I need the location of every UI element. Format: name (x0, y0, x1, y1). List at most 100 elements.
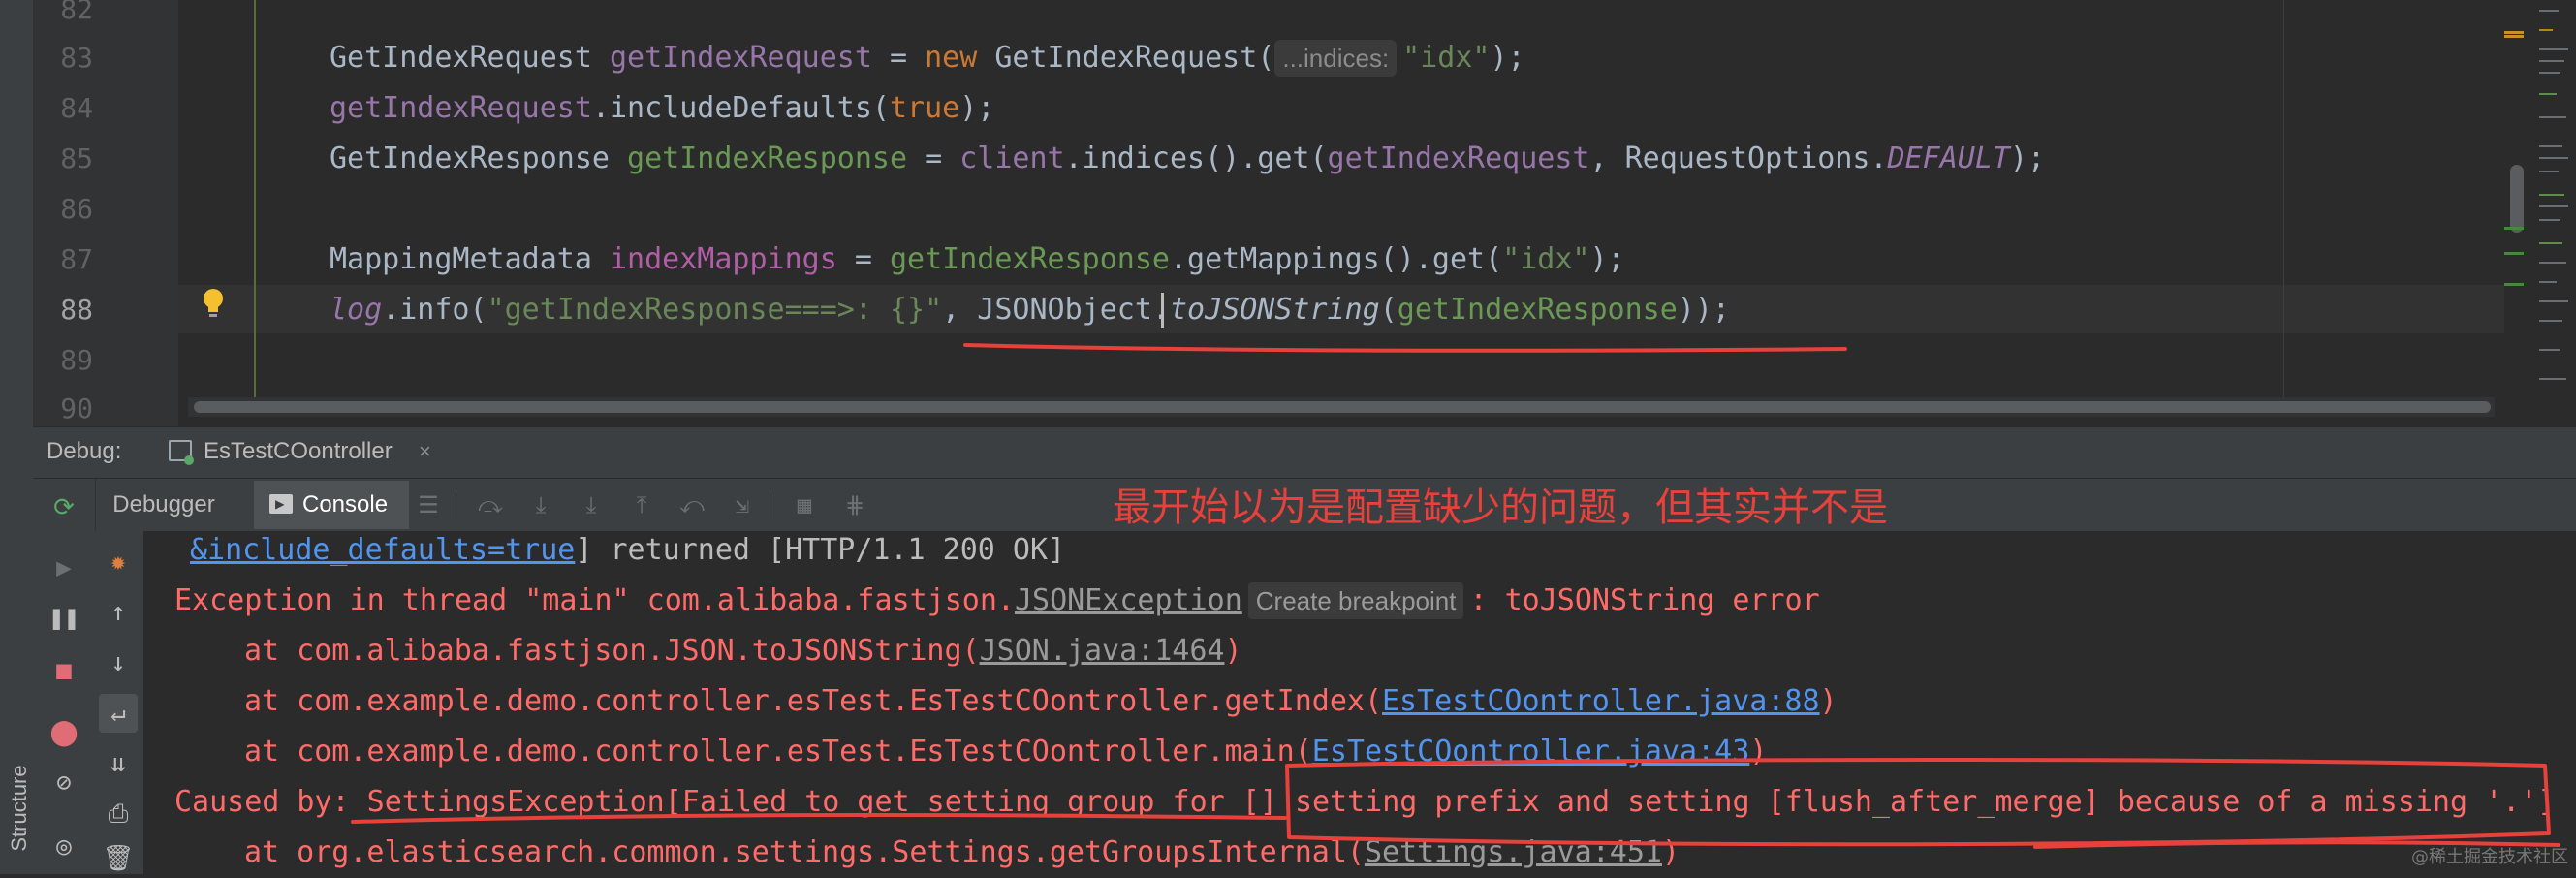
line-number-current[interactable]: 88 (33, 285, 93, 335)
soft-wrap-icon[interactable]: ↵ (99, 694, 138, 733)
code-token: getIndexRequest (1327, 141, 1590, 175)
resume-icon[interactable]: ▶ (45, 549, 83, 587)
stop-icon[interactable]: ■ (45, 651, 83, 690)
console-text: ] returned [HTTP/1.1 200 OK] (575, 533, 1066, 567)
code-token: ); (959, 91, 995, 125)
error-stripe[interactable] (2504, 29, 2524, 320)
code-token: toJSONString (1169, 293, 1380, 327)
code-token: = (836, 242, 890, 276)
console-text: ) (1819, 684, 1838, 718)
pause-icon[interactable]: ❚❚ (45, 599, 83, 638)
debug-session-tab-label[interactable]: EsTestCOontroller (204, 426, 393, 477)
console-line-error: Exception in thread "main" com.alibaba.f… (174, 576, 1820, 626)
code-line-83[interactable]: GetIndexRequest getIndexRequest = new Ge… (330, 33, 1525, 83)
debug-title: Debug: (47, 438, 122, 464)
console-link[interactable]: &include_defaults=true (190, 533, 575, 567)
close-tab-icon[interactable]: × (419, 426, 431, 477)
code-token: client (959, 141, 1065, 175)
scope-indicator-line (254, 0, 256, 405)
show-execution-point-icon[interactable]: ⤼ (477, 492, 504, 517)
code-token: getIndexResponse (889, 242, 1170, 276)
code-token: getIndexResponse (1397, 293, 1678, 327)
code-token: .info( (382, 293, 487, 327)
code-token: ( (1379, 293, 1398, 327)
watermark: @稀土掘金技术社区 (2411, 847, 2568, 867)
console-text: at com.example.demo.controller.esTest.Es… (244, 684, 1382, 718)
run-to-cursor-icon[interactable]: ⇲ (729, 492, 756, 517)
trace-current-stream-icon[interactable]: ⋕ (841, 492, 868, 517)
code-token: new (925, 41, 995, 75)
view-breakpoints-icon[interactable]: ⬤ (45, 713, 83, 752)
code-token: )); (1677, 293, 1730, 327)
code-token: "idx" (1402, 41, 1491, 75)
console-text: Exception in thread "main" com.alibaba.f… (174, 583, 1015, 617)
line-number[interactable]: 87 (33, 235, 93, 285)
line-number[interactable]: 82 (33, 0, 93, 35)
rerun-icon[interactable]: ⟳ (45, 488, 83, 527)
code-line-85[interactable]: GetIndexResponse getIndexResponse = clie… (330, 134, 2045, 184)
code-token: DEFAULT (1887, 141, 2010, 175)
console-line: &include_defaults=true] returned [HTTP/1… (190, 525, 1065, 576)
code-token: .getMappings().get( (1169, 242, 1503, 276)
line-number[interactable]: 86 (33, 184, 93, 235)
right-margin-guide (2283, 0, 2284, 405)
line-number[interactable]: 89 (33, 335, 93, 386)
line-number[interactable]: 85 (33, 134, 93, 184)
code-token: GetIndexResponse (330, 141, 628, 175)
code-token: .indices().get( (1064, 141, 1328, 175)
console-text: at org.elasticsearch.common.settings.Set… (244, 835, 1365, 869)
structure-tool-label[interactable]: Structure (6, 750, 33, 866)
camera-icon[interactable]: ⌾ (45, 830, 83, 868)
console-line-error: at org.elasticsearch.common.settings.Set… (244, 828, 1680, 878)
scroll-to-end-icon[interactable]: ⇊ (99, 744, 138, 783)
console-line-error: at com.example.demo.controller.esTest.Es… (244, 727, 1767, 777)
code-token: indexMappings (609, 242, 837, 276)
code-token: , JSONObject. (942, 293, 1170, 327)
line-number[interactable]: 84 (33, 83, 93, 134)
line-number[interactable]: 83 (33, 33, 93, 83)
create-breakpoint-hint[interactable]: Create breakpoint (1247, 582, 1464, 619)
stacktrace-link[interactable]: Settings.java:451 (1365, 835, 1662, 869)
lightbulb-icon[interactable] (200, 287, 227, 320)
stacktrace-link[interactable]: EsTestCOontroller.java:43 (1312, 735, 1750, 768)
code-token: ); (1490, 41, 1525, 75)
settings-icon[interactable]: ✹ (99, 543, 138, 581)
annotation-text: 最开始以为是配置缺少的问题，但其实并不是 (1113, 486, 1888, 530)
evaluate-expression-icon[interactable]: ▦ (791, 492, 818, 517)
code-line-87[interactable]: MappingMetadata indexMappings = getIndex… (330, 235, 1625, 285)
stacktrace-link[interactable]: JSON.java:1464 (980, 634, 1225, 668)
tab-debugger[interactable]: Debugger (101, 479, 227, 531)
horizontal-scrollbar-thumb[interactable] (194, 401, 2491, 413)
code-token: getIndexResponse (627, 141, 908, 175)
code-line-88[interactable]: log.info("getIndexResponse===>: {}", JSO… (330, 285, 1730, 335)
mute-breakpoints-icon[interactable]: ⊘ (45, 764, 83, 802)
code-minimap[interactable] (2531, 0, 2576, 426)
text-caret (1161, 293, 1164, 328)
drop-frame-icon[interactable]: ⤺ (678, 492, 706, 517)
code-token: "idx" (1502, 242, 1590, 276)
code-token: getIndexRequest (609, 41, 872, 75)
code-token: MappingMetadata (330, 242, 610, 276)
code-token: , RequestOptions. (1589, 141, 1888, 175)
code-token: .includeDefaults( (591, 91, 890, 125)
stacktrace-link[interactable]: EsTestCOontroller.java:88 (1382, 684, 1820, 718)
console-text: : toJSONString error (1469, 583, 1820, 617)
code-token: = (871, 41, 926, 75)
up-arrow-icon[interactable]: ↑ (99, 593, 138, 632)
print-icon[interactable]: ⎙ (99, 795, 138, 833)
step-over-icon[interactable]: ⤓ (527, 492, 554, 517)
clear-all-icon[interactable]: 🗑 (99, 839, 138, 878)
console-text: at com.example.demo.controller.esTest.Es… (244, 735, 1312, 768)
code-token: "getIndexResponse===>: {}" (487, 293, 943, 327)
console-line-error: at com.example.demo.controller.esTest.Es… (244, 676, 1838, 727)
console-prompt-icon: ▶ (275, 494, 285, 513)
layout-menu-icon[interactable]: ☰ (415, 492, 442, 517)
parameter-hint: ...indices: (1274, 40, 1398, 77)
tab-console-label[interactable]: Console (302, 479, 388, 531)
exception-link[interactable]: JSONException (1015, 583, 1242, 617)
down-arrow-icon[interactable]: ↓ (99, 643, 138, 682)
code-token: ); (1589, 242, 1625, 276)
step-into-icon[interactable]: ⤓ (578, 492, 605, 517)
step-out-icon[interactable]: ⤒ (628, 492, 655, 517)
code-line-84[interactable]: getIndexRequest.includeDefaults(true); (330, 83, 994, 134)
